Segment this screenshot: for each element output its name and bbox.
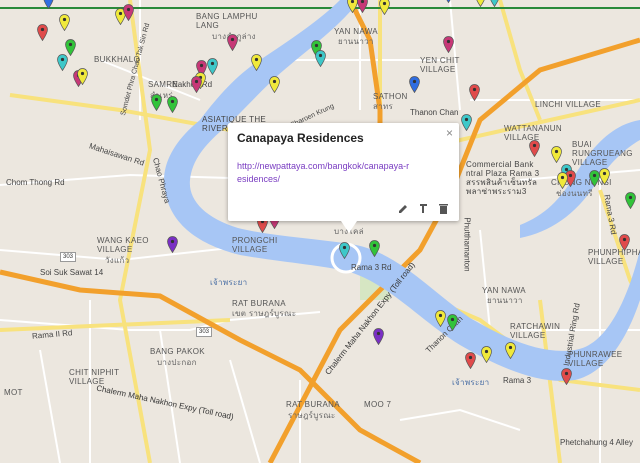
map-marker[interactable] — [357, 0, 368, 14]
map-marker[interactable] — [207, 58, 218, 76]
map-marker[interactable] — [561, 368, 572, 386]
map-marker[interactable] — [59, 14, 70, 32]
area-yen-chit: YEN CHIT VILLAGE — [420, 56, 460, 74]
info-window-title: Canapaya Residences — [237, 131, 364, 145]
map-marker[interactable] — [435, 310, 446, 328]
close-icon[interactable]: × — [446, 126, 453, 140]
area-rat-burana-n: RAT BURANA — [232, 299, 286, 308]
area-phunrawee: PHUNRAWEE VILLAGE — [568, 350, 623, 368]
area-moo7: MOO 7 — [364, 400, 392, 409]
info-window-link[interactable]: http://newpattaya.com/bangkok/canapaya-r… — [237, 160, 412, 186]
map-marker[interactable] — [57, 54, 68, 72]
area-chit-nipit: CHIT NIPHIT VILLAGE — [69, 368, 120, 386]
map-marker[interactable] — [505, 342, 516, 360]
edit-icon[interactable] — [398, 201, 409, 213]
map-marker[interactable] — [191, 76, 202, 94]
poi-commercial-bank: Commercial Bank ntral Plaza Rama 3 สรรพส… — [466, 160, 540, 196]
area-phunphiphat: PHUNPHIPHAT VILLAGE — [588, 248, 640, 266]
style-icon[interactable] — [418, 201, 429, 213]
area-yan-nawa-s: YAN NAWA — [482, 286, 526, 295]
map-marker[interactable] — [379, 0, 390, 16]
route-shield: 303 — [60, 252, 77, 262]
route-shield: 303 — [196, 327, 213, 337]
info-window: Canapaya Residences × http://newpattaya.… — [228, 123, 459, 233]
area-rat-burana-s-thai: ราษฎร์บูรณะ — [288, 411, 336, 420]
area-sathon: SATHON — [373, 92, 408, 101]
area-ratchawin: RATCHAWIN VILLAGE — [510, 322, 561, 340]
area-wang-kaeo: WANG KAEO VILLAGE — [97, 236, 149, 254]
map-marker[interactable] — [77, 68, 88, 86]
area-linchi: LINCHI VILLAGE — [535, 100, 602, 109]
map-marker[interactable] — [465, 352, 476, 370]
map-marker[interactable] — [409, 76, 420, 94]
map-marker[interactable] — [443, 36, 454, 54]
road-chan: Thanon Chan — [410, 108, 459, 117]
map-marker[interactable] — [475, 0, 486, 8]
area-bang-pakok-thai: บางปะกอก — [157, 358, 197, 367]
map-marker[interactable] — [43, 0, 54, 10]
area-bang-pakok: BANG PAKOK — [150, 347, 205, 356]
road-rama3-s: Rama 3 — [503, 376, 532, 385]
map-marker[interactable] — [489, 0, 500, 8]
road-soi-suk: Soi Suk Sawat 14 — [40, 268, 104, 277]
road-rama3: Rama 3 Rd — [351, 263, 392, 272]
map-marker[interactable] — [151, 94, 162, 112]
map-marker[interactable] — [227, 34, 238, 52]
map-marker[interactable] — [557, 172, 568, 190]
map-marker[interactable] — [339, 242, 350, 260]
road-chom-thong: Chom Thong Rd — [6, 178, 65, 187]
area-rat-burana-s: RAT BURANA — [286, 400, 340, 409]
map-marker[interactable] — [123, 4, 134, 22]
map-marker[interactable] — [167, 96, 178, 114]
area-chong-nonsi-thai: ช่องนนทรี — [556, 189, 593, 198]
map-marker[interactable] — [619, 234, 630, 252]
map-marker[interactable] — [167, 236, 178, 254]
map-canvas[interactable] — [0, 0, 640, 463]
map-marker[interactable] — [315, 50, 326, 68]
map-marker[interactable] — [461, 114, 472, 132]
map-marker[interactable] — [481, 346, 492, 364]
area-rungrueang: BUAI RUNGRUEANG VILLAGE — [572, 140, 633, 167]
map-marker[interactable] — [447, 314, 458, 332]
area-bang-lamphu-lang: BANG LAMPHU LANG — [196, 12, 258, 30]
map-marker[interactable] — [251, 54, 262, 72]
map-marker[interactable] — [269, 76, 280, 94]
area-prongchi: PRONGCHI VILLAGE — [232, 236, 278, 254]
map-marker[interactable] — [469, 84, 480, 102]
area-mot: MOT — [4, 388, 23, 397]
area-wang-kaeo-thai: วังแก้ว — [105, 256, 130, 265]
area-sathon-thai: สาทร — [373, 102, 394, 111]
delete-icon[interactable] — [438, 201, 449, 214]
map-marker[interactable] — [529, 140, 540, 158]
map-marker[interactable] — [369, 240, 380, 258]
river-label-n: เจ้าพระยา — [210, 278, 248, 287]
area-rat-burana-n-thai: เขต ราษฎร์บูรณะ — [232, 309, 297, 318]
road-phutthaman: Phutthamanton — [462, 217, 472, 272]
map-marker[interactable] — [625, 192, 636, 210]
area-yan-nawa-n-thai: ยานนาวา — [338, 37, 374, 46]
road-phetchahung: Phetchahung 4 Alley — [560, 438, 633, 447]
river-label-s: เจ้าพระยา — [452, 378, 490, 387]
map-marker[interactable] — [443, 0, 454, 4]
map-marker[interactable] — [551, 146, 562, 164]
area-yan-nawa-s-thai: ยานนาวา — [487, 296, 523, 305]
map-marker[interactable] — [65, 39, 76, 57]
map-marker[interactable] — [599, 168, 610, 186]
area-yan-nawa-n: YAN NAWA — [334, 27, 378, 36]
map-marker[interactable] — [373, 328, 384, 346]
map-marker[interactable] — [37, 24, 48, 42]
